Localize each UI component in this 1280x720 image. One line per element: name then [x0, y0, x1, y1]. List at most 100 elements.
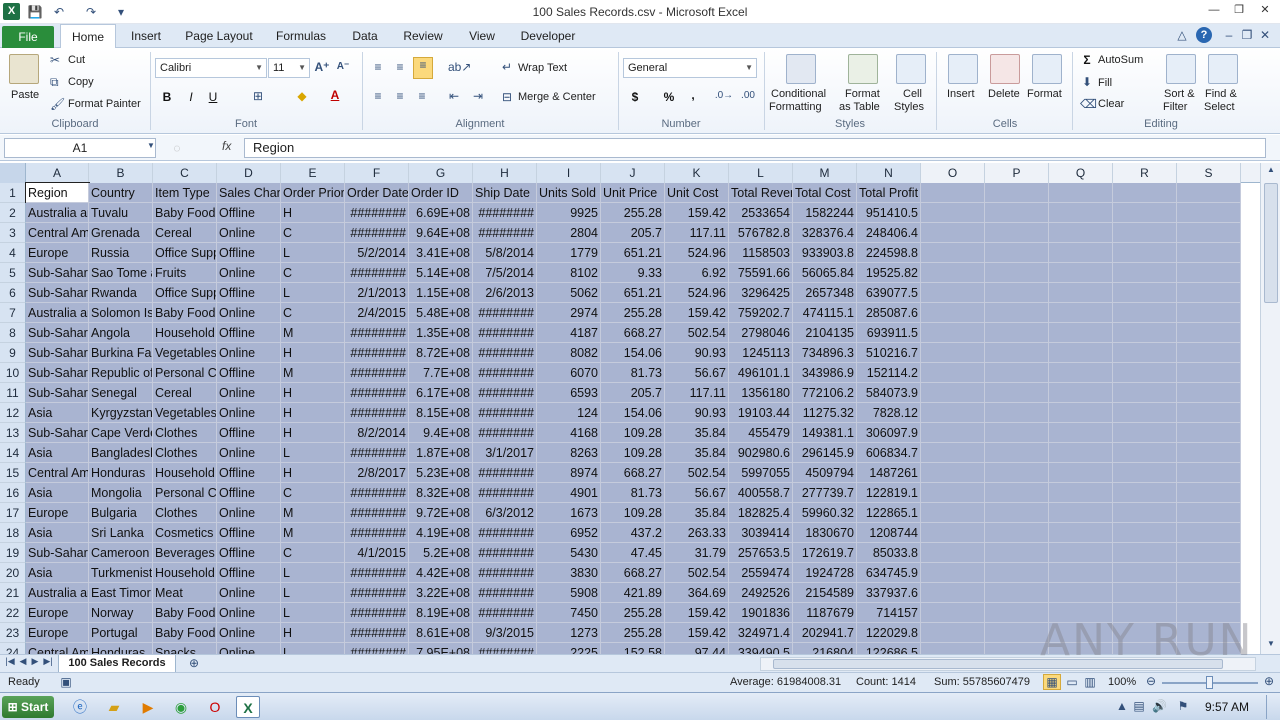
cell-g3[interactable]: 9.64E+08 — [409, 223, 473, 243]
column-header-f[interactable]: F — [345, 163, 409, 183]
cell-h6[interactable]: 2/6/2013 — [473, 283, 537, 303]
cell-b5[interactable]: Sao Tome and Principe — [89, 263, 153, 283]
merge-center-icon[interactable]: ⊟ — [500, 90, 514, 104]
cell-l24[interactable]: 339490.5 — [729, 643, 793, 654]
cell-a3[interactable]: Central America and the Caribbean — [26, 223, 89, 243]
cell-h23[interactable]: 9/3/2015 — [473, 623, 537, 643]
cell-r8[interactable] — [1113, 323, 1177, 343]
cell-d22[interactable]: Online — [217, 603, 281, 623]
close-icon[interactable]: ✕ — [1256, 2, 1274, 18]
cell-b21[interactable]: East Timor — [89, 583, 153, 603]
cell-h20[interactable]: ######## — [473, 563, 537, 583]
cell-n17[interactable]: 122865.1 — [857, 503, 921, 523]
clock[interactable]: 9:57 AM — [1205, 700, 1249, 714]
cell-d4[interactable]: Offline — [217, 243, 281, 263]
cell-q20[interactable] — [1049, 563, 1113, 583]
column-header-j[interactable]: J — [601, 163, 665, 183]
cell-m10[interactable]: 343986.9 — [793, 363, 857, 383]
cell-j20[interactable]: 668.27 — [601, 563, 665, 583]
cell-d19[interactable]: Offline — [217, 543, 281, 563]
cell-a20[interactable]: Asia — [26, 563, 89, 583]
cell-r11[interactable] — [1113, 383, 1177, 403]
cell-q9[interactable] — [1049, 343, 1113, 363]
cell-m16[interactable]: 277739.7 — [793, 483, 857, 503]
cell-a22[interactable]: Europe — [26, 603, 89, 623]
cell-c19[interactable]: Beverages — [153, 543, 217, 563]
restore-icon[interactable]: ❐ — [1230, 2, 1248, 18]
cell-f16[interactable]: ######## — [345, 483, 409, 503]
cell-b8[interactable]: Angola — [89, 323, 153, 343]
cell-p5[interactable] — [985, 263, 1049, 283]
network-icon[interactable]: ▤ — [1132, 699, 1146, 713]
cell-o10[interactable] — [921, 363, 985, 383]
fill-button[interactable]: Fill — [1098, 77, 1112, 89]
cell-h22[interactable]: ######## — [473, 603, 537, 623]
cell-q12[interactable] — [1049, 403, 1113, 423]
row-header[interactable]: 16 — [0, 483, 26, 503]
cell-p21[interactable] — [985, 583, 1049, 603]
cell-i18[interactable]: 6952 — [537, 523, 601, 543]
excel-taskbar-icon[interactable]: X — [236, 696, 260, 718]
cell-f14[interactable]: ######## — [345, 443, 409, 463]
cell-m5[interactable]: 56065.84 — [793, 263, 857, 283]
row-header[interactable]: 5 — [0, 263, 26, 283]
cell-h18[interactable]: ######## — [473, 523, 537, 543]
copy-icon[interactable]: ⧉ — [50, 75, 59, 90]
cell-k13[interactable]: 35.84 — [665, 423, 729, 443]
cell-b22[interactable]: Norway — [89, 603, 153, 623]
cell-h7[interactable]: ######## — [473, 303, 537, 323]
column-header-q[interactable]: Q — [1049, 163, 1113, 183]
cell-q16[interactable] — [1049, 483, 1113, 503]
cell-h15[interactable]: ######## — [473, 463, 537, 483]
fill-color-icon[interactable]: ◆ — [294, 89, 310, 103]
insert-function-button[interactable]: fx — [222, 139, 231, 153]
cell-h8[interactable]: ######## — [473, 323, 537, 343]
decrease-decimal-icon[interactable]: .00 — [738, 90, 758, 101]
cell-a2[interactable]: Australia and Oceania — [26, 203, 89, 223]
cell-p17[interactable] — [985, 503, 1049, 523]
italic-button[interactable]: I — [184, 90, 198, 104]
cell-d20[interactable]: Offline — [217, 563, 281, 583]
cell-l3[interactable]: 576782.8 — [729, 223, 793, 243]
cell-r13[interactable] — [1113, 423, 1177, 443]
cell-c15[interactable]: Household — [153, 463, 217, 483]
column-header-n[interactable]: N — [857, 163, 921, 183]
cell-d13[interactable]: Offline — [217, 423, 281, 443]
cell-a7[interactable]: Australia and Oceania — [26, 303, 89, 323]
chrome-icon[interactable]: ◉ — [169, 696, 193, 718]
cell-a24[interactable]: Central America and the Caribbean — [26, 643, 89, 654]
cell-b12[interactable]: Kyrgyzstan — [89, 403, 153, 423]
cell-b14[interactable]: Bangladesh — [89, 443, 153, 463]
cell-m20[interactable]: 1924728 — [793, 563, 857, 583]
cell-p18[interactable] — [985, 523, 1049, 543]
cell-c1[interactable]: Item Type — [153, 183, 217, 203]
column-header-l[interactable]: L — [729, 163, 793, 183]
cell-e7[interactable]: C — [281, 303, 345, 323]
cell-q13[interactable] — [1049, 423, 1113, 443]
cell-g16[interactable]: 8.32E+08 — [409, 483, 473, 503]
cell-i9[interactable]: 8082 — [537, 343, 601, 363]
cell-n21[interactable]: 337937.6 — [857, 583, 921, 603]
cell-q15[interactable] — [1049, 463, 1113, 483]
cell-j12[interactable]: 154.06 — [601, 403, 665, 423]
cell-s8[interactable] — [1177, 323, 1241, 343]
row-header[interactable]: 7 — [0, 303, 26, 323]
cell-h5[interactable]: 7/5/2014 — [473, 263, 537, 283]
cell-a8[interactable]: Sub-Saharan Africa — [26, 323, 89, 343]
cell-r4[interactable] — [1113, 243, 1177, 263]
cell-d24[interactable]: Online — [217, 643, 281, 654]
cell-m19[interactable]: 172619.7 — [793, 543, 857, 563]
cell-b10[interactable]: Republic of the Congo — [89, 363, 153, 383]
cell-f4[interactable]: 5/2/2014 — [345, 243, 409, 263]
cell-o19[interactable] — [921, 543, 985, 563]
name-box[interactable]: A1 — [4, 138, 156, 158]
cell-i20[interactable]: 3830 — [537, 563, 601, 583]
cell-p9[interactable] — [985, 343, 1049, 363]
cell-c22[interactable]: Baby Food — [153, 603, 217, 623]
cell-p6[interactable] — [985, 283, 1049, 303]
cell-i10[interactable]: 6070 — [537, 363, 601, 383]
cell-s10[interactable] — [1177, 363, 1241, 383]
cell-c16[interactable]: Personal Care — [153, 483, 217, 503]
last-sheet-icon[interactable]: ▶| — [42, 656, 54, 667]
cell-k10[interactable]: 56.67 — [665, 363, 729, 383]
